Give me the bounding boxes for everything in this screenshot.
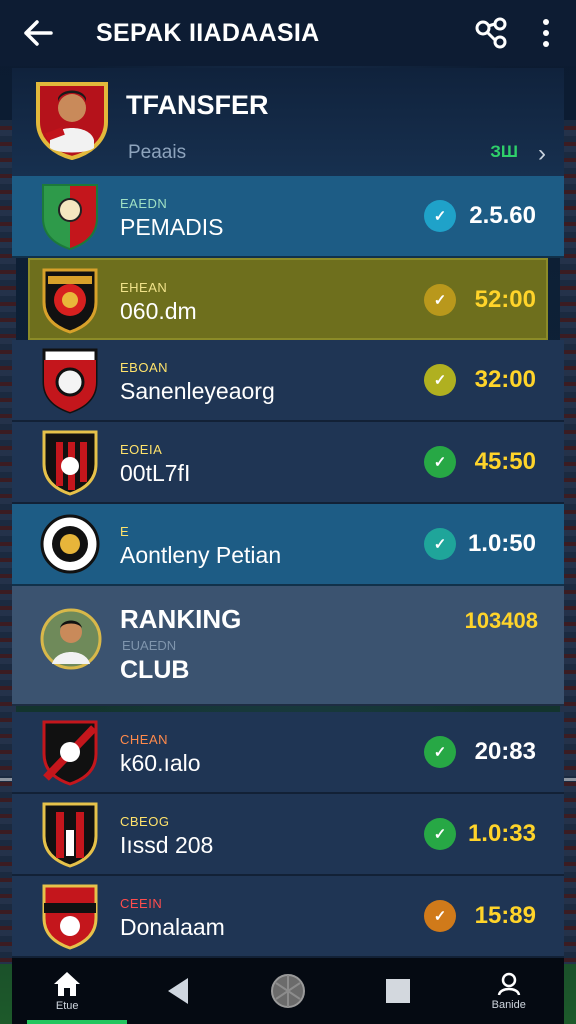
club-time: 1.0:33 xyxy=(467,820,536,847)
club-code: EBOAN xyxy=(120,360,169,375)
club-code: CBEOG xyxy=(120,814,170,829)
square-recents-icon xyxy=(386,979,411,1003)
club-crest-icon xyxy=(42,268,98,334)
transfer-badge: ЗШ xyxy=(490,142,518,161)
list-item[interactable]: EHEAN 060.dm ✓ 52:00 xyxy=(28,258,548,340)
club-code: EAEDN xyxy=(120,196,168,211)
nav-profile[interactable]: Banide xyxy=(469,958,549,1024)
club-time: 52:00 xyxy=(474,286,536,313)
club-crest-icon xyxy=(42,348,98,414)
club-crest-icon xyxy=(42,184,98,250)
club-name: k60.ıalo xyxy=(120,750,201,776)
home-icon xyxy=(54,972,81,996)
check-icon: ✓ xyxy=(424,364,456,396)
list-item[interactable]: EBOAN Sanenleyeaorg ✓ 32:00 xyxy=(12,340,564,422)
ranking-title: RANKING xyxy=(120,604,242,634)
club-name: 00tL7fI xyxy=(120,460,191,486)
check-icon: ✓ xyxy=(424,446,456,478)
club-crest-icon xyxy=(42,430,98,496)
club-crest-icon xyxy=(42,884,98,950)
transfer-title: TFANSFER xyxy=(126,90,269,120)
club-name: Iıssd 208 xyxy=(120,832,214,858)
list-item[interactable]: EAEDN PEMADIS ✓ 2.5.60 xyxy=(12,176,564,258)
list-item[interactable]: CBEOG Iıssd 208 ✓ 1.0:33 xyxy=(12,794,564,876)
user-icon xyxy=(497,972,520,996)
list-item[interactable]: EOEIA 00tL7fI ✓ 45:50 xyxy=(12,422,564,504)
nav-home-label: Etue xyxy=(55,1000,79,1012)
ranking-club-label: CLUB xyxy=(120,656,190,684)
nav-active-indicator xyxy=(27,1020,128,1024)
club-crest-icon xyxy=(42,720,98,786)
soccer-ball-icon xyxy=(270,974,305,1008)
club-name: 060.dm xyxy=(120,298,197,324)
page-title: SEPAK IIADAASIA xyxy=(96,18,320,47)
club-name: PEMADIS xyxy=(120,214,224,240)
check-icon: ✓ xyxy=(424,818,456,850)
app-bar: SEPAK IIADAASIA xyxy=(0,0,576,66)
club-name: Donalaam xyxy=(120,914,225,940)
list-item[interactable]: E Aontleny Petian ✓ 1.0:50 xyxy=(12,504,564,586)
nav-recents[interactable] xyxy=(358,958,438,1024)
club-list: EAEDN PEMADIS ✓ 2.5.60 EHEAN 060.dm ✓ 52… xyxy=(12,176,564,958)
check-icon: ✓ xyxy=(424,528,456,560)
nav-back[interactable] xyxy=(138,958,218,1024)
club-name: Aontleny Petian xyxy=(120,542,282,568)
club-code: E xyxy=(120,524,130,539)
nav-home-circle[interactable] xyxy=(248,958,328,1024)
share-button[interactable] xyxy=(470,13,514,53)
more-vertical-icon xyxy=(543,19,549,25)
check-icon: ✓ xyxy=(424,284,456,316)
back-button[interactable] xyxy=(18,13,58,53)
nav-profile-label: Banide xyxy=(491,999,526,1011)
club-time: 2.5.60 xyxy=(469,202,536,229)
club-time: 45:50 xyxy=(474,448,536,475)
club-name: Sanenleyeaorg xyxy=(120,378,275,404)
ranking-faded-label: EUAEDN xyxy=(122,638,177,653)
club-crest-icon xyxy=(40,514,100,574)
club-time: 32:00 xyxy=(474,366,536,393)
list-item[interactable]: CHEAN k60.ıalo ✓ 20:83 xyxy=(12,712,564,794)
share-icon xyxy=(475,17,507,49)
check-icon: ✓ xyxy=(424,200,456,232)
transfer-header-card[interactable]: TFANSFER Peaais ЗШ › xyxy=(12,68,564,176)
chevron-right-icon[interactable]: › xyxy=(538,140,546,168)
club-time: 15:89 xyxy=(474,902,536,929)
club-code: EHEAN xyxy=(120,280,168,295)
club-code: EOEIA xyxy=(120,442,163,457)
player-avatar xyxy=(40,608,102,670)
list-item[interactable]: CEEIN Donalaam ✓ 15:89 xyxy=(12,876,564,958)
triangle-back-icon xyxy=(167,978,188,1004)
check-icon: ✓ xyxy=(424,736,456,768)
club-time: 20:83 xyxy=(474,738,536,765)
check-icon: ✓ xyxy=(424,900,456,932)
nav-home[interactable]: Etue xyxy=(27,958,128,1024)
player-crest-avatar xyxy=(32,78,112,161)
club-time: 1.0:50 xyxy=(467,530,536,557)
club-code: CEEIN xyxy=(120,896,163,911)
bottom-navigation: Etue Banide xyxy=(12,958,564,1024)
club-code: CHEAN xyxy=(120,732,169,747)
more-options-button[interactable] xyxy=(534,13,558,53)
club-crest-icon xyxy=(42,802,98,868)
arrow-left-icon xyxy=(24,20,53,46)
transfer-subtitle: Peaais xyxy=(128,142,187,163)
ranking-score: 103408 xyxy=(464,608,538,633)
ranking-card[interactable]: RANKING EUAEDN CLUB 103408 xyxy=(12,586,564,706)
